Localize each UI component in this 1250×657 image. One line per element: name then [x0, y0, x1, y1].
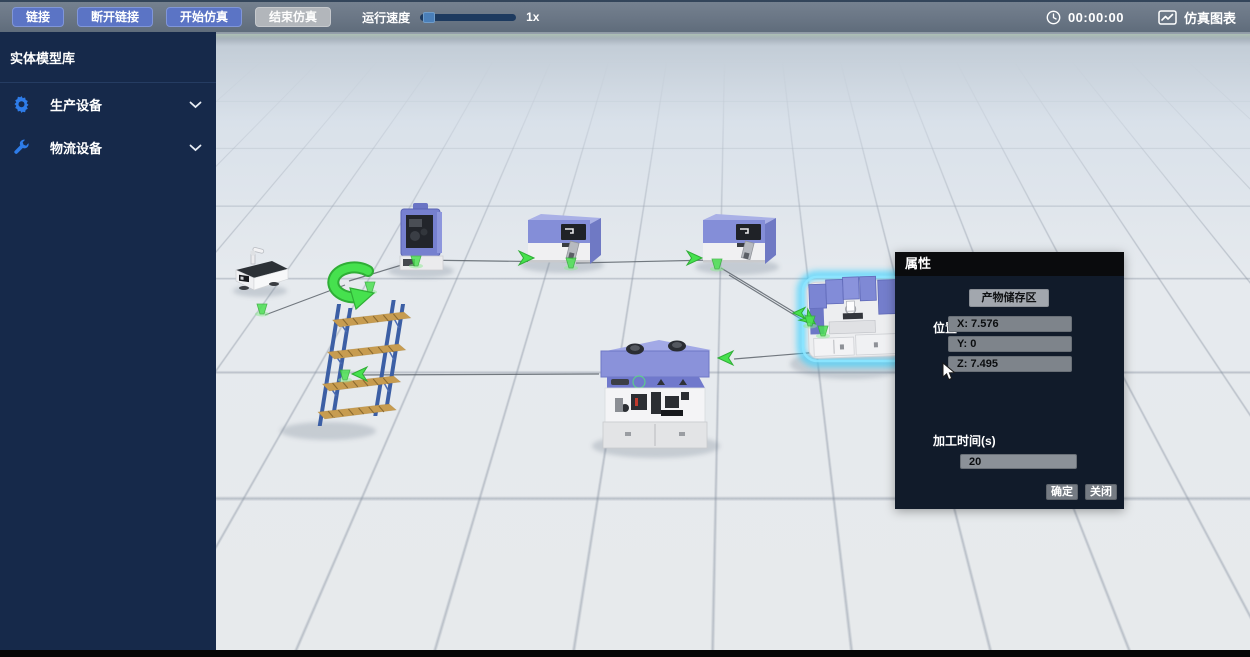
wrench-icon — [12, 139, 30, 157]
properties-title: 属性 — [905, 256, 931, 271]
route-lines — [265, 260, 844, 375]
toolbar: 链接 断开链接 开始仿真 结束仿真 运行速度 1x 00:00:00 仿真图表 — [0, 0, 1250, 32]
sidebar-item-logistics-equipment[interactable]: 物流设备 — [0, 126, 216, 169]
sidebar-title: 实体模型库 — [0, 32, 216, 67]
confirm-button[interactable]: 确定 — [1046, 484, 1078, 500]
run-speed-label: 运行速度 — [362, 9, 410, 26]
bottom-letterbox-bar — [0, 650, 1250, 657]
assembly-machine[interactable] — [703, 214, 776, 264]
position-x-field[interactable]: X: 7.576 — [948, 316, 1072, 332]
speed-slider[interactable] — [420, 14, 516, 21]
speed-value: 1x — [526, 10, 539, 24]
simulation-chart-button[interactable]: 仿真图表 — [1158, 8, 1236, 27]
clock-icon — [1046, 10, 1061, 25]
start-simulation-button[interactable]: 开始仿真 — [166, 7, 242, 27]
process-time-input[interactable]: 20 — [960, 454, 1077, 469]
storage-type-button[interactable]: 产物储存区 — [969, 289, 1049, 307]
position-z-field[interactable]: Z: 7.495 — [948, 356, 1072, 372]
properties-panel: 属性 产物储存区 位置 X: 7.576 Y: 0 Z: 7.495 加工时间(… — [895, 252, 1124, 509]
properties-actions: 确定 关闭 — [1046, 484, 1117, 500]
speed-slider-handle[interactable] — [423, 12, 435, 23]
properties-panel-header[interactable]: 属性 — [895, 252, 1124, 276]
close-button[interactable]: 关闭 — [1085, 484, 1117, 500]
storage-rack[interactable] — [316, 300, 414, 426]
position-y-field[interactable]: Y: 0 — [948, 336, 1072, 352]
selected-storage-machine[interactable] — [801, 275, 909, 363]
chevron-down-icon[interactable] — [189, 96, 202, 114]
cnc-machine[interactable] — [400, 203, 443, 270]
sidebar-item-label: 物流设备 — [50, 138, 102, 157]
chevron-down-icon[interactable] — [189, 139, 202, 157]
model-library-sidebar: 实体模型库 生产设备 物流设备 — [0, 32, 216, 651]
processing-machine[interactable] — [601, 340, 711, 448]
assembly-machine[interactable] — [528, 214, 601, 264]
end-simulation-button[interactable]: 结束仿真 — [255, 7, 331, 27]
sidebar-item-label: 生产设备 — [50, 95, 102, 114]
link-button[interactable]: 链接 — [12, 7, 64, 27]
properties-panel-body: 产物储存区 位置 X: 7.576 Y: 0 Z: 7.495 加工时间(s) … — [895, 276, 1124, 509]
simulation-chart-label: 仿真图表 — [1184, 8, 1236, 27]
simulation-app: 链接 断开链接 开始仿真 结束仿真 运行速度 1x 00:00:00 仿真图表 … — [0, 0, 1250, 657]
sidebar-item-production-equipment[interactable]: 生产设备 — [0, 83, 216, 126]
process-time-label: 加工时间(s) — [933, 432, 996, 449]
agv-robot[interactable] — [236, 247, 288, 290]
gear-icon — [12, 96, 30, 114]
simulation-time: 00:00:00 — [1068, 10, 1124, 25]
disconnect-button[interactable]: 断开链接 — [77, 7, 153, 27]
chart-line-icon — [1158, 10, 1177, 25]
